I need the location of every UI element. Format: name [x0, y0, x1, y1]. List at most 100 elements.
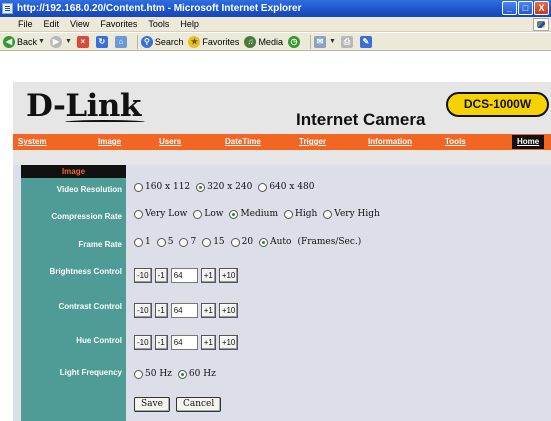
history-button[interactable]: ◷ [287, 35, 302, 48]
contrast-label: Contrast Control [58, 302, 122, 311]
option-label: 320 x 240 [207, 182, 253, 192]
brightness-controls: -10 -1 64 +1 +10 [134, 268, 241, 283]
brightness-value-field[interactable]: 64 [170, 268, 198, 283]
menu-favorites[interactable]: Favorites [100, 19, 137, 29]
frame-rate-option[interactable]: 20 [230, 237, 253, 247]
search-button[interactable]: ⚲ Search [140, 35, 183, 48]
light-frequency-options: 50 Hz 60 Hz [134, 369, 222, 379]
brightness-minus1-button[interactable]: -1 [154, 268, 168, 283]
contrast-minus10-button[interactable]: -10 [134, 303, 152, 318]
product-name: Internet Camera [296, 110, 426, 129]
brightness-minus10-button[interactable]: -10 [134, 268, 152, 283]
frame-rate-label: Frame Rate [78, 240, 122, 249]
video-resolution-label: Video Resolution [56, 185, 122, 194]
compression-option[interactable]: High [283, 209, 317, 219]
menu-bar: File Edit View Favorites Tools Help [0, 17, 551, 32]
frame-rate-option[interactable]: 7 [179, 237, 196, 247]
radio-icon [230, 237, 240, 247]
hue-plus10-button[interactable]: +10 [218, 335, 239, 350]
compression-option[interactable]: Low [193, 209, 223, 219]
contrast-plus10-button[interactable]: +10 [218, 303, 239, 318]
media-button[interactable]: ♫ Media [244, 35, 283, 48]
radio-icon [283, 209, 293, 219]
chevron-down-icon: ▼ [64, 38, 72, 45]
brightness-plus1-button[interactable]: +1 [200, 268, 216, 283]
nav-tools[interactable]: Tools [445, 135, 466, 149]
chevron-down-icon: ▼ [38, 38, 45, 45]
nav-information[interactable]: Information [368, 135, 412, 149]
chevron-down-icon: ▼ [328, 38, 336, 45]
frame-rate-option[interactable]: 5 [156, 237, 174, 247]
close-button[interactable]: X [534, 1, 549, 15]
image-settings-panel: Image Video Resolution 160 x 112 320 x 2… [13, 165, 551, 421]
frame-rate-option[interactable]: 1 [134, 237, 151, 247]
resolution-option[interactable]: 160 x 112 [134, 182, 190, 192]
edit-button[interactable]: ✎ [359, 35, 374, 48]
nav-image[interactable]: Image [98, 135, 121, 149]
radio-selected-icon [196, 182, 206, 192]
contrast-minus1-button[interactable]: -1 [154, 303, 168, 318]
back-button[interactable]: ◀ Back ▼ [3, 35, 45, 48]
frame-rate-unit: (Frames/Sec.) [297, 237, 362, 247]
video-resolution-options: 160 x 112 320 x 240 640 x 480 [134, 182, 320, 192]
option-label: 60 Hz [188, 369, 216, 379]
nav-system[interactable]: System [18, 135, 46, 149]
minimize-button[interactable]: _ [502, 1, 517, 15]
contrast-value-field[interactable]: 64 [170, 303, 198, 318]
favorites-button[interactable]: ★ Favorites [188, 35, 239, 48]
hue-plus1-button[interactable]: +1 [200, 335, 216, 350]
menu-help[interactable]: Help [180, 19, 199, 29]
resolution-option[interactable]: 320 x 240 [196, 182, 252, 192]
back-arrow-icon: ◀ [3, 35, 15, 48]
resolution-option[interactable]: 640 x 480 [258, 182, 314, 192]
window-controls: _ □ X [502, 1, 549, 15]
menu-view[interactable]: View [70, 19, 89, 29]
frequency-option[interactable]: 50 Hz [134, 369, 172, 379]
print-button[interactable]: ⎙ [340, 35, 355, 48]
radio-selected-icon [229, 209, 239, 219]
compression-option[interactable]: Very High [323, 209, 380, 219]
toolbar-divider [309, 34, 311, 49]
option-label: 5 [167, 237, 174, 247]
stop-button[interactable]: × [76, 35, 91, 48]
maximize-button[interactable]: □ [518, 1, 533, 15]
hue-minus1-button[interactable]: -1 [154, 335, 168, 350]
cancel-button[interactable]: Cancel [175, 397, 222, 412]
compression-option[interactable]: Medium [229, 209, 278, 219]
frequency-option[interactable]: 60 Hz [177, 369, 216, 379]
option-label: Very Low [145, 209, 188, 219]
nav-trigger[interactable]: Trigger [299, 135, 326, 149]
hue-value-field[interactable]: 64 [170, 335, 198, 350]
hue-minus10-button[interactable]: -10 [134, 335, 152, 350]
radio-icon [156, 237, 166, 247]
star-icon: ★ [188, 35, 201, 48]
back-label: Back [17, 36, 38, 47]
menu-edit[interactable]: Edit [44, 19, 60, 29]
frame-rate-options: 1 5 7 15 20 Auto (Frames/Sec.) [134, 237, 361, 247]
frame-rate-option[interactable]: 15 [202, 237, 225, 247]
nav-home[interactable]: Home [512, 135, 545, 149]
brightness-plus10-button[interactable]: +10 [218, 268, 239, 283]
mail-button[interactable]: ✉ ▼ [313, 35, 336, 48]
option-label: Medium [240, 209, 278, 219]
home-button[interactable]: ⌂ [114, 35, 129, 48]
hue-controls: -10 -1 64 +1 +10 [134, 335, 241, 350]
web-page: D-Link Internet Camera DCS-1000W System … [0, 52, 551, 421]
frame-rate-option[interactable]: Auto [259, 237, 291, 247]
refresh-button[interactable]: ↻ [95, 35, 110, 48]
nav-users[interactable]: Users [159, 135, 181, 149]
option-label: Auto [270, 237, 292, 247]
contrast-plus1-button[interactable]: +1 [200, 303, 216, 318]
browser-toolbar: ◀ Back ▼ ▶ ▼ × ↻ ⌂ ⚲ Search ★ Favorites … [0, 33, 551, 51]
save-button[interactable]: Save [134, 397, 170, 412]
radio-selected-icon [259, 237, 269, 247]
compression-option[interactable]: Very Low [134, 209, 187, 219]
menu-tools[interactable]: Tools [148, 19, 169, 29]
forward-arrow-icon: ▶ [49, 35, 62, 48]
print-icon: ⎙ [340, 35, 353, 48]
nav-datetime[interactable]: DateTime [225, 135, 261, 149]
menu-file[interactable]: File [18, 19, 33, 29]
radio-icon [202, 237, 212, 247]
forward-button[interactable]: ▶ ▼ [49, 35, 72, 48]
main-nav: System Image Users DateTime Trigger Info… [13, 134, 551, 150]
